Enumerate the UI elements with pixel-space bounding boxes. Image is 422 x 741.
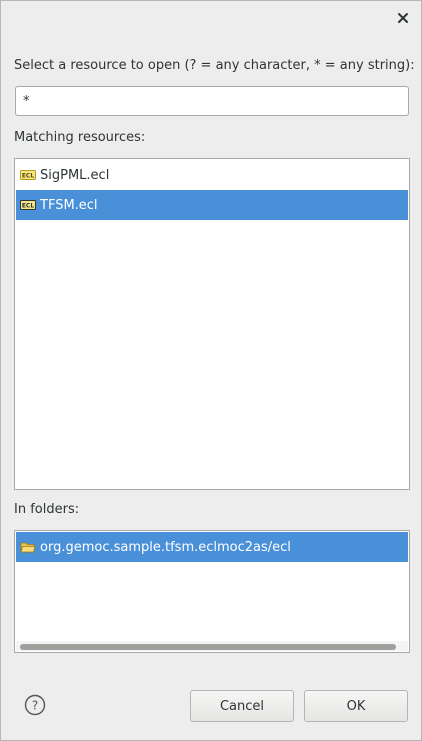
folder-path: org.gemoc.sample.tfsm.eclmoc2as/ecl	[40, 539, 291, 555]
svg-text:?: ?	[32, 699, 38, 713]
cancel-button[interactable]: Cancel	[190, 690, 294, 722]
resource-name: SigPML.ecl	[40, 167, 110, 183]
matching-resources-label: Matching resources:	[14, 130, 146, 145]
prompt-label: Select a resource to open (? = any chara…	[14, 58, 415, 73]
scrollbar-thumb[interactable]	[20, 644, 396, 650]
horizontal-scrollbar[interactable]	[16, 641, 408, 651]
resource-name: TFSM.ecl	[40, 197, 98, 213]
svg-text:ECL: ECL	[22, 203, 35, 210]
help-icon[interactable]: ?	[24, 694, 46, 716]
search-input[interactable]	[15, 86, 409, 116]
dialog-titlebar	[1, 1, 421, 35]
folder-icon	[20, 542, 36, 553]
close-icon[interactable]	[395, 10, 411, 26]
resource-row-tfsm[interactable]: ECL TFSM.ecl	[16, 190, 408, 220]
ecl-file-icon: ECL	[20, 170, 36, 180]
folder-row[interactable]: org.gemoc.sample.tfsm.eclmoc2as/ecl	[16, 532, 408, 562]
ok-button[interactable]: OK	[304, 690, 408, 722]
folders-list[interactable]: org.gemoc.sample.tfsm.eclmoc2as/ecl	[14, 530, 410, 653]
in-folders-label: In folders:	[14, 502, 80, 517]
open-resource-dialog: Select a resource to open (? = any chara…	[0, 0, 422, 741]
resource-row-sigpml[interactable]: ECL SigPML.ecl	[16, 160, 408, 190]
ecl-file-icon: ECL	[20, 200, 36, 210]
matching-resources-list[interactable]: ECL SigPML.ecl ECL TFSM.ecl	[14, 158, 410, 490]
svg-text:ECL: ECL	[22, 173, 35, 180]
